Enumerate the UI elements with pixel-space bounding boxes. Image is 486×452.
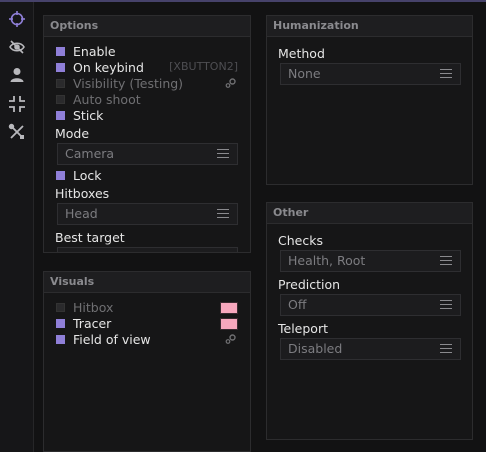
stick-checkbox[interactable]: Stick <box>56 107 103 123</box>
checkbox-box[interactable] <box>56 170 65 180</box>
panel-title: Humanization <box>267 16 472 37</box>
hamburger-icon <box>440 69 452 79</box>
best-target-dropdown[interactable] <box>57 247 238 252</box>
prediction-dropdown[interactable]: Off <box>280 294 461 316</box>
sidebar <box>0 2 34 452</box>
mode-dropdown[interactable]: Camera <box>57 143 238 165</box>
panel-title: Other <box>267 203 472 224</box>
compress-icon[interactable] <box>6 93 28 115</box>
person-icon[interactable] <box>6 64 28 86</box>
method-label: Method <box>278 46 325 61</box>
checkbox-label: Lock <box>73 167 102 183</box>
checkbox-box[interactable] <box>56 78 65 88</box>
hamburger-icon <box>440 256 452 266</box>
auto-shoot-checkbox[interactable]: Auto shoot <box>56 91 141 107</box>
tools-icon[interactable] <box>6 121 28 143</box>
hamburger-icon <box>217 149 229 159</box>
dropdown-value: Health, Root <box>288 253 366 268</box>
tracer-color-swatch[interactable] <box>220 318 238 330</box>
mode-label: Mode <box>55 126 90 141</box>
hitbox-color-swatch[interactable] <box>220 302 238 314</box>
checkbox-label: Visibility (Testing) <box>73 75 184 91</box>
checkbox-box[interactable] <box>56 334 65 344</box>
checkbox-label: Auto shoot <box>73 91 141 107</box>
checkbox-box[interactable] <box>56 94 65 104</box>
lock-checkbox[interactable]: Lock <box>56 167 102 183</box>
checkbox-box[interactable] <box>56 318 65 328</box>
checkbox-box[interactable] <box>56 110 65 120</box>
checkbox-box[interactable] <box>56 46 65 56</box>
best-target-label: Best target <box>55 230 125 245</box>
other-panel: Other Checks Health, Root Prediction Off… <box>266 202 473 440</box>
visibility-checkbox[interactable]: Visibility (Testing) <box>56 75 183 91</box>
dropdown-value: Head <box>65 206 98 221</box>
hitboxes-label: Hitboxes <box>55 186 110 201</box>
checkbox-label: Tracer <box>73 315 112 331</box>
visuals-panel: Visuals Hitbox Tracer Field of view <box>43 271 251 452</box>
crosshair-icon[interactable] <box>6 8 28 30</box>
checkbox-label: On keybind <box>73 59 144 75</box>
settings-gear-icon[interactable] <box>225 334 237 344</box>
dropdown-value: Camera <box>65 146 115 161</box>
dropdown-value: Disabled <box>288 341 343 356</box>
settings-gear-icon[interactable] <box>225 78 237 88</box>
teleport-label: Teleport <box>278 321 328 336</box>
options-panel: Options Enable On keybind [XBUTTON2] Vis… <box>43 15 251 253</box>
keybind-value[interactable]: [XBUTTON2] <box>169 60 238 73</box>
prediction-label: Prediction <box>278 277 341 292</box>
enable-checkbox[interactable]: Enable <box>56 43 116 59</box>
checkbox-label: Hitbox <box>73 299 114 315</box>
checks-label: Checks <box>278 233 323 248</box>
hamburger-icon <box>440 300 452 310</box>
eye-off-icon[interactable] <box>6 36 28 58</box>
field-of-view-checkbox[interactable]: Field of view <box>56 331 151 347</box>
tracer-checkbox[interactable]: Tracer <box>56 315 111 331</box>
method-dropdown[interactable]: None <box>280 63 461 85</box>
hamburger-icon <box>217 209 229 219</box>
checks-dropdown[interactable]: Health, Root <box>280 250 461 272</box>
main-content: Options Enable On keybind [XBUTTON2] Vis… <box>34 2 486 452</box>
checkbox-label: Field of view <box>73 331 151 347</box>
hitbox-checkbox[interactable]: Hitbox <box>56 299 113 315</box>
humanization-panel: Humanization Method None <box>266 15 473 185</box>
panel-title: Options <box>44 16 250 37</box>
checkbox-box[interactable] <box>56 302 65 312</box>
teleport-dropdown[interactable]: Disabled <box>280 338 461 360</box>
hitboxes-dropdown[interactable]: Head <box>57 203 238 225</box>
hamburger-icon <box>440 344 452 354</box>
dropdown-value: Off <box>288 297 307 312</box>
panel-title: Visuals <box>44 272 250 293</box>
checkbox-box[interactable] <box>56 62 65 72</box>
dropdown-value: None <box>288 66 321 81</box>
checkbox-label: Stick <box>73 107 104 123</box>
checkbox-label: Enable <box>73 43 116 59</box>
